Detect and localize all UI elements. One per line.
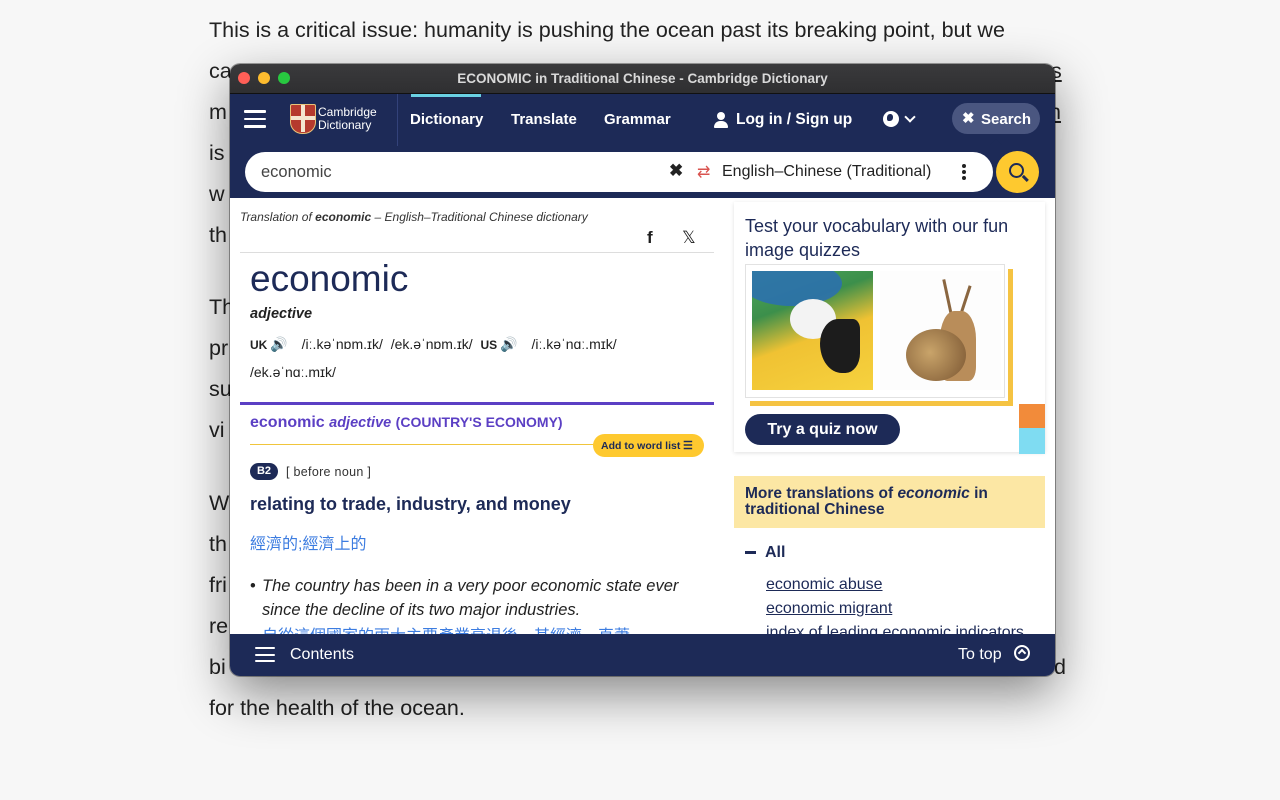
arrow-up-circle-icon[interactable] <box>1014 645 1030 661</box>
translation-link[interactable]: index of leading economic indicators <box>766 624 1024 634</box>
sense-divider <box>240 402 714 405</box>
logo-line-2: Dictionary <box>318 118 372 132</box>
us-pronunciation-alt: /ek.əˈnɑː.mɪk/ <box>250 364 336 380</box>
site-navbar: Cambridge Dictionary Dictionary Translat… <box>230 94 1055 146</box>
search-toggle-button[interactable]: ✖ Search <box>952 103 1040 145</box>
try-quiz-button[interactable]: Try a quiz now <box>745 414 900 445</box>
uk-label: UK <box>250 338 268 352</box>
article-line: vi <box>209 418 225 442</box>
contents-link[interactable]: Contents <box>290 646 354 664</box>
divider <box>240 252 714 253</box>
clear-search-icon[interactable]: ✖ <box>669 161 683 181</box>
close-icon: ✖ <box>962 110 975 127</box>
uk-pronunciation: /iː.kəˈnɒm.ɪk/ <box>301 336 383 352</box>
article-line: bi <box>209 655 226 679</box>
level-badge: B2 <box>250 463 278 480</box>
article-line: th <box>209 532 227 556</box>
language-selector[interactable]: English–Chinese (Traditional) <box>722 163 931 181</box>
article-line: ca <box>209 59 232 83</box>
article-line: re <box>209 614 229 638</box>
swap-language-icon[interactable]: ⇄ <box>697 162 710 182</box>
snail-image <box>880 271 1001 390</box>
part-of-speech: adjective <box>250 306 313 322</box>
nav-grammar[interactable]: Grammar <box>604 111 671 128</box>
window-title: ECONOMIC in Traditional Chinese - Cambri… <box>457 71 828 86</box>
globe-icon[interactable] <box>883 111 899 127</box>
article-line: pr <box>209 336 229 360</box>
parrot-image <box>752 271 873 390</box>
quiz-title: Test your vocabulary with our fun image … <box>745 216 1009 260</box>
user-icon[interactable] <box>714 112 728 128</box>
search-box: ✖ ⇄ English–Chinese (Traditional) <box>245 152 993 192</box>
article-line-fragment: d <box>1054 655 1066 679</box>
toggle-pointer <box>990 139 1002 145</box>
example-translation: 自從這個國家的兩大主要產業衰退後，其經濟一直蕭 <box>262 622 630 634</box>
facebook-icon[interactable]: f <box>647 228 653 248</box>
article-line: w <box>209 182 225 206</box>
search-band: ✖ ⇄ English–Chinese (Traditional) <box>230 146 1055 198</box>
page-content: Translation of economic – English–Tradit… <box>230 198 1055 634</box>
nav-translate[interactable]: Translate <box>511 111 577 128</box>
headword: economic <box>250 258 409 299</box>
decorative-square <box>1019 428 1045 454</box>
nav-divider <box>397 94 398 146</box>
to-top-link[interactable]: To top <box>958 646 1002 664</box>
all-toggle[interactable]: All <box>745 544 785 562</box>
more-translations-heading: More translations of economic in traditi… <box>734 476 1045 528</box>
add-to-word-list-button[interactable]: Add to word list ☰ <box>593 434 704 457</box>
sense-underline <box>250 444 610 445</box>
contents-menu-icon[interactable] <box>255 647 275 663</box>
decorative-square <box>1019 404 1045 428</box>
window-titlebar[interactable]: ECONOMIC in Traditional Chinese - Cambri… <box>230 64 1055 94</box>
search-toggle-label: Search <box>981 111 1032 128</box>
article-line: for the health of the ocean. <box>209 696 465 720</box>
login-link[interactable]: Log in / Sign up <box>736 111 852 129</box>
example-sentence: • The country has been in a very poor ec… <box>250 577 679 619</box>
uk-pronunciation-alt: /ek.əˈnɒm.ɪk/ <box>390 336 473 352</box>
pronunciation-row: UK 🔊 /iː.kəˈnɒm.ɪk/ /ek.əˈnɒm.ɪk/ US 🔊 /iː… <box>250 336 617 353</box>
us-pronunciation: /iː.kəˈnɑː.mɪk/ <box>531 336 617 352</box>
entry-column: Translation of economic – English–Tradit… <box>230 198 724 634</box>
x-share-icon[interactable]: 𝕏 <box>682 228 696 248</box>
translation-link[interactable]: economic migrant <box>766 600 892 618</box>
article-line: fri <box>209 573 227 597</box>
crest-icon <box>290 104 316 134</box>
us-label: US <box>480 338 498 352</box>
sidebar: Test your vocabulary with our fun image … <box>734 198 1045 634</box>
menu-icon[interactable] <box>244 110 266 128</box>
article-line: su <box>209 377 232 401</box>
sense-heading: economic adjective (COUNTRY'S ECONOMY) <box>250 414 563 431</box>
active-tab-indicator <box>411 94 481 97</box>
bottom-bar: Contents To top <box>230 634 1055 676</box>
definition: relating to trade, industry, and money <box>250 494 571 514</box>
dictionary-window: ECONOMIC in Traditional Chinese - Cambri… <box>230 64 1055 676</box>
collapse-icon <box>745 551 756 555</box>
quiz-images[interactable] <box>745 264 1013 406</box>
article-line: is <box>209 141 225 165</box>
translation-link[interactable]: economic abuse <box>766 576 883 594</box>
us-audio-icon[interactable]: 🔊 <box>500 336 517 353</box>
cambridge-logo[interactable]: Cambridge Dictionary <box>290 104 380 136</box>
chevron-down-icon[interactable] <box>904 111 916 123</box>
uk-audio-icon[interactable]: 🔊 <box>270 336 287 353</box>
article-line: m <box>209 100 227 124</box>
nav-dictionary[interactable]: Dictionary <box>410 111 483 128</box>
article-line: W <box>209 491 230 515</box>
article-line: th <box>209 223 227 247</box>
grammar-label: [ before noun ] <box>286 465 372 479</box>
list-icon: ☰ <box>683 440 693 452</box>
article-line: This is a critical issue: humanity is pu… <box>209 18 1005 42</box>
quiz-card: Test your vocabulary with our fun image … <box>734 202 1045 454</box>
chinese-translation: 經濟的;經濟上的 <box>250 536 367 553</box>
more-options-icon[interactable] <box>962 164 966 182</box>
search-submit-button[interactable] <box>996 151 1039 193</box>
translation-header: Translation of economic – English–Tradit… <box>240 210 588 224</box>
search-input[interactable] <box>261 161 641 183</box>
